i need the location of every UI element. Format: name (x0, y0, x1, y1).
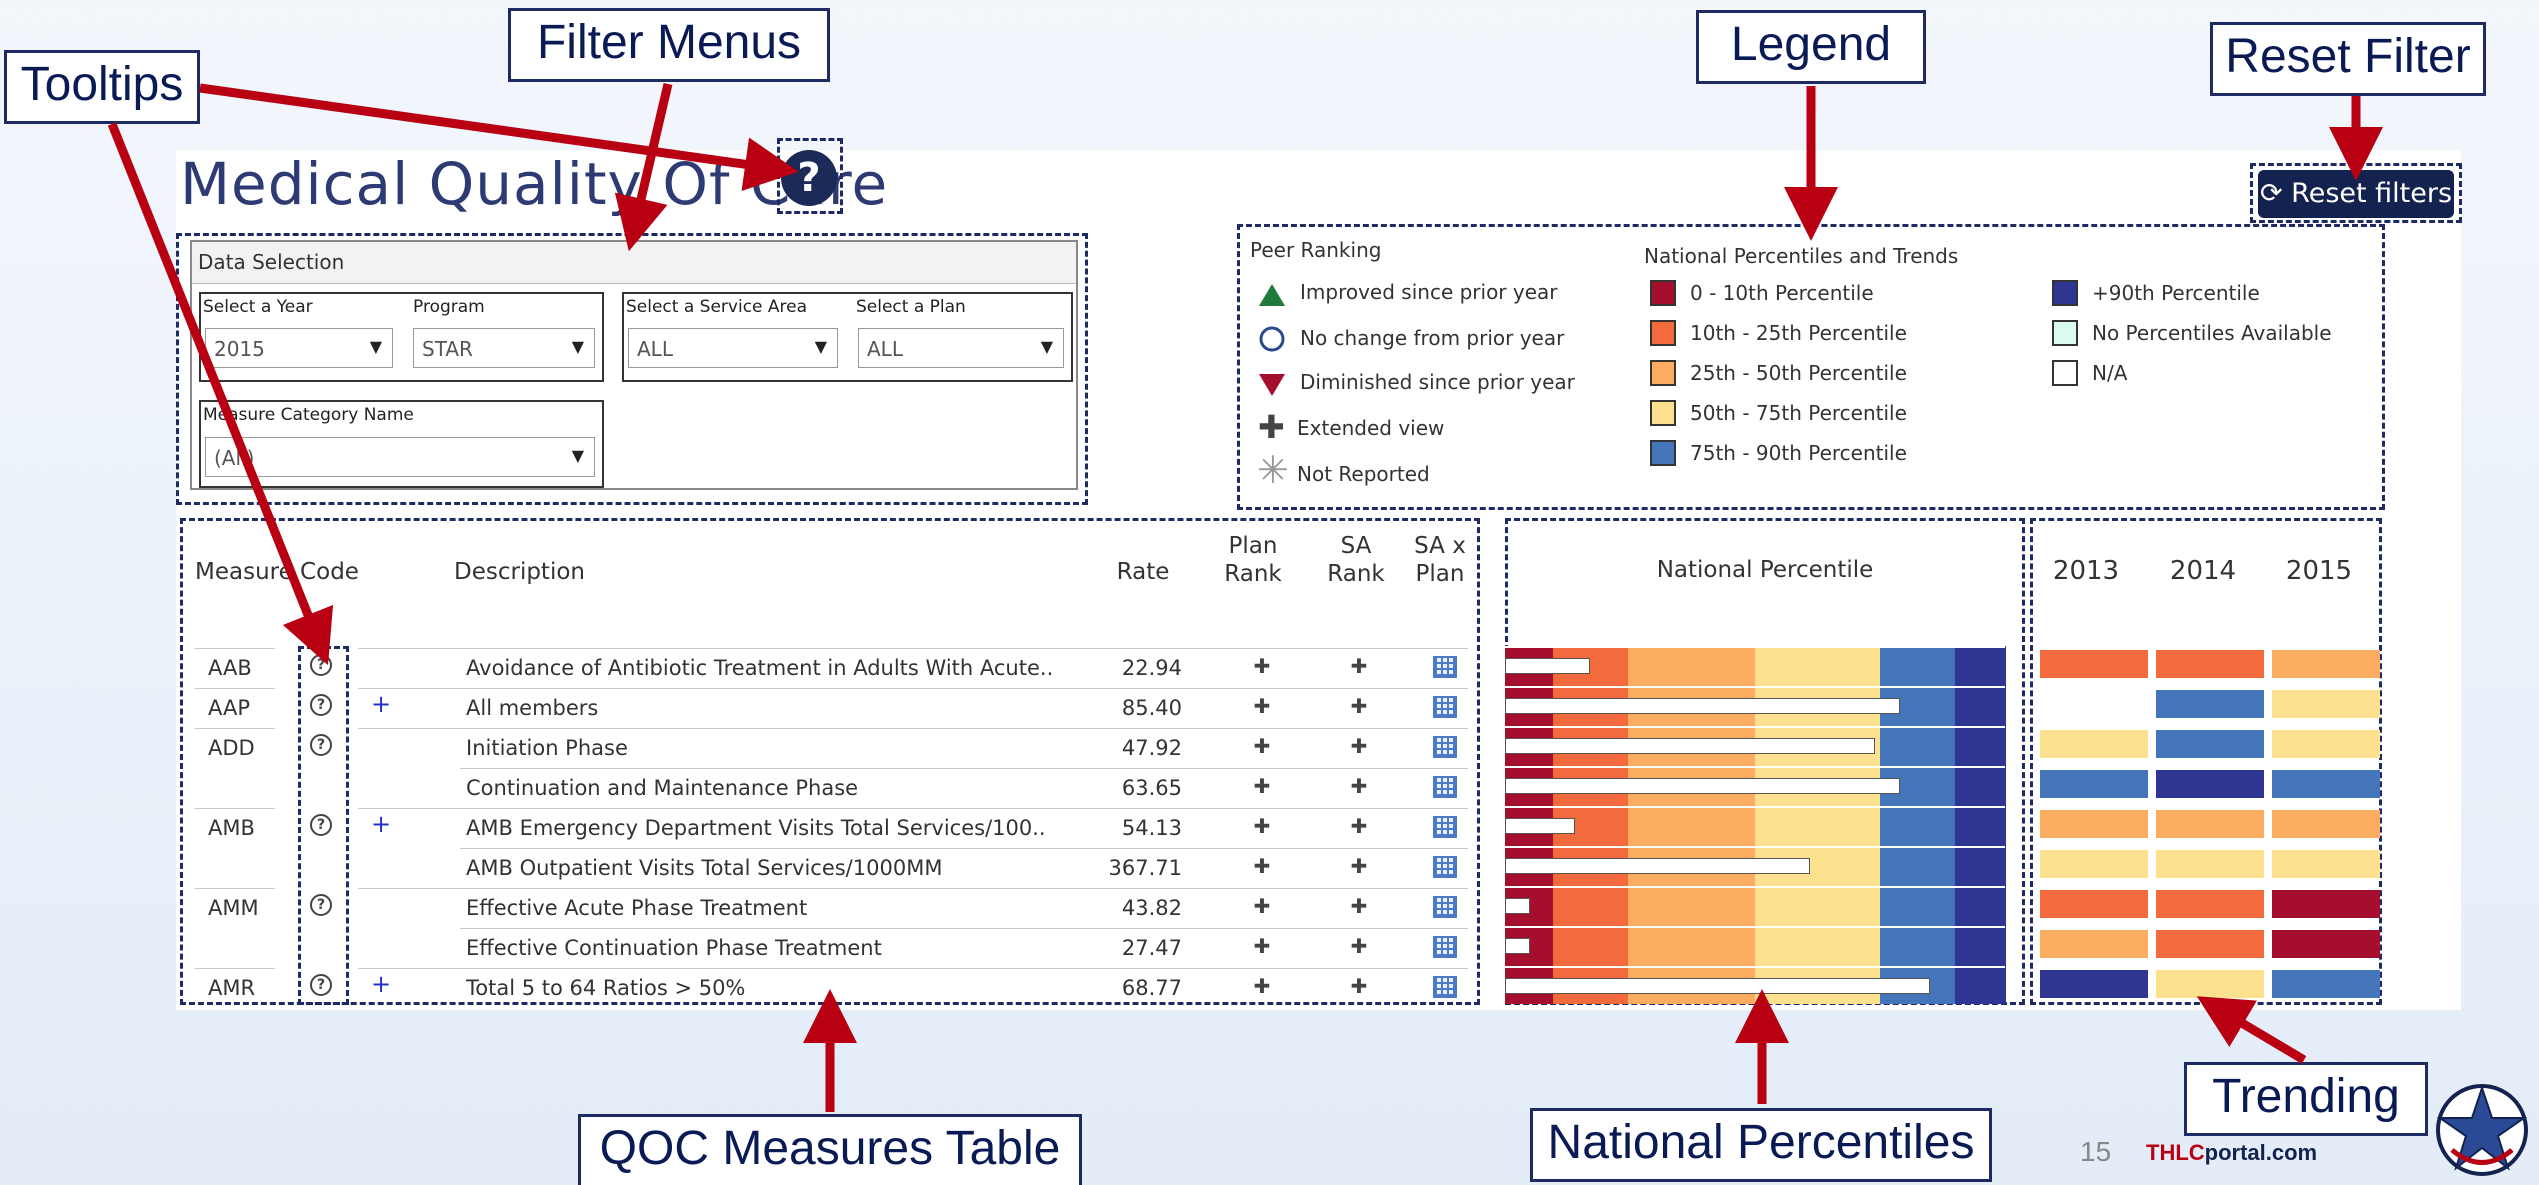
site-name-b: portal.com (2204, 1140, 2318, 1165)
callout-arrows (107, 82, 2383, 1112)
site-logo-text: THLCportal.com (2146, 1140, 2317, 1166)
page-number: 15 (2080, 1136, 2112, 1167)
site-name-a: THLC (2146, 1140, 2205, 1165)
texas-star-logo (2436, 1084, 2528, 1176)
